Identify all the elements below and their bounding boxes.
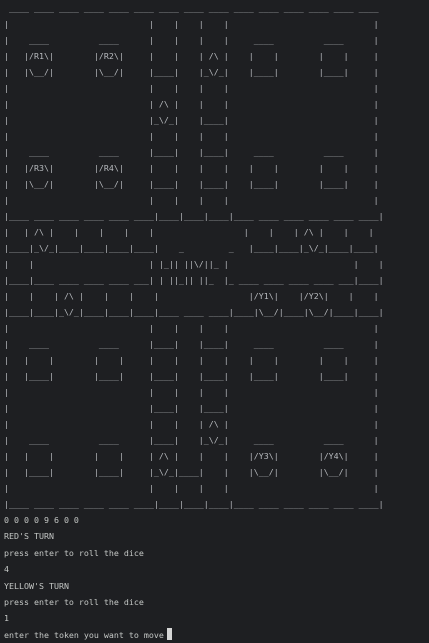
token-prompt: enter the token you want to move <box>4 629 164 640</box>
board-line: | | | | | | <box>4 483 379 493</box>
board-line: | |____| |____| | <box>4 403 379 413</box>
board-line: | | /\ | | | | <box>4 99 379 109</box>
board-line: |____|____|_\/_|____|____|____|____ ____… <box>4 307 384 317</box>
board-line: | | | | | | <box>4 19 379 29</box>
board-line: | ____ ____ |____| |_\/_| ____ ____ | <box>4 435 379 445</box>
board-line: | |____| |____| |____| |____| |____| |__… <box>4 371 379 381</box>
board-line: | | /\ | | | | | | | | /\ | | | <box>4 227 374 237</box>
board-line: | | | | | | <box>4 387 379 397</box>
board-line: | |\__/| |\__/| |____| |____| |____| |__… <box>4 179 379 189</box>
board-line: | | | /\ | | | | |/Y1\| |/Y2\| | | <box>4 291 379 301</box>
board-line: | ____ ____ |____| |____| ____ ____ | <box>4 147 379 157</box>
board-line: |____ ____ ____ ____ ____ ____|____|____… <box>4 211 384 221</box>
board-line: |____|____ ____ ____ ____ ___| | ||_|| |… <box>4 275 384 285</box>
roll-prompt-yellow: press enter to roll the dice <box>4 597 144 608</box>
board-line: | |\__/| |\__/| |____| |_\/_| |____| |__… <box>4 67 379 77</box>
board-line: | | | |_|| ||\/||_ | | | <box>4 259 384 269</box>
token-input-line[interactable]: enter the token you want to move <box>4 627 429 643</box>
board-line: | |_\/_| |____| | <box>4 115 379 125</box>
board-line: | | | | | | <box>4 83 379 93</box>
terminal-window[interactable]: ____ ____ ____ ____ ____ ____ ____ ____ … <box>0 0 429 640</box>
red-turn-label: RED'S TURN <box>4 531 54 542</box>
board-line: | |/R3\| |/R4\| | | | | | | | | | <box>4 163 379 173</box>
yellow-turn-label: YELLOW'S TURN <box>4 580 69 591</box>
board-line: |____ ____ ____ ____ ____ ____|____|____… <box>4 499 384 509</box>
board-line: | | | | | | <box>4 323 379 333</box>
board-line: | ____ ____ |____| |____| ____ ____ | <box>4 339 379 349</box>
text-cursor[interactable] <box>166 627 172 640</box>
board-line: | | | | | | <box>4 131 379 141</box>
board-line: | |____| |____| |_\/_|____| | |\__/| |\_… <box>4 467 379 477</box>
yellow-dice-result: 1 <box>4 613 9 624</box>
roll-prompt-red: press enter to roll the dice <box>4 547 144 558</box>
dice-counter-row: 0 0 0 0 9 6 0 0 <box>4 515 79 525</box>
board-line: | | | | /\ | | <box>4 419 379 429</box>
board-line: ____ ____ ____ ____ ____ ____ ____ ____ … <box>4 3 379 13</box>
ludo-board: ____ ____ ____ ____ ____ ____ ____ ____ … <box>4 0 429 512</box>
board-line: | | | | | | /\ | | | |/Y3\| |/Y4\| | <box>4 451 379 461</box>
board-line: | ____ ____ | | | | ____ ____ | <box>4 35 379 45</box>
board-line: | | | | | | | | | | | | | | <box>4 355 379 365</box>
red-dice-result: 4 <box>4 564 9 575</box>
board-line: | | | | | | <box>4 195 379 205</box>
board-line: |____|_\/_|____|____|____|____| _ _ |___… <box>4 243 379 253</box>
board-line: | |/R1\| |/R2\| | | | /\ | | | | | | <box>4 51 379 61</box>
